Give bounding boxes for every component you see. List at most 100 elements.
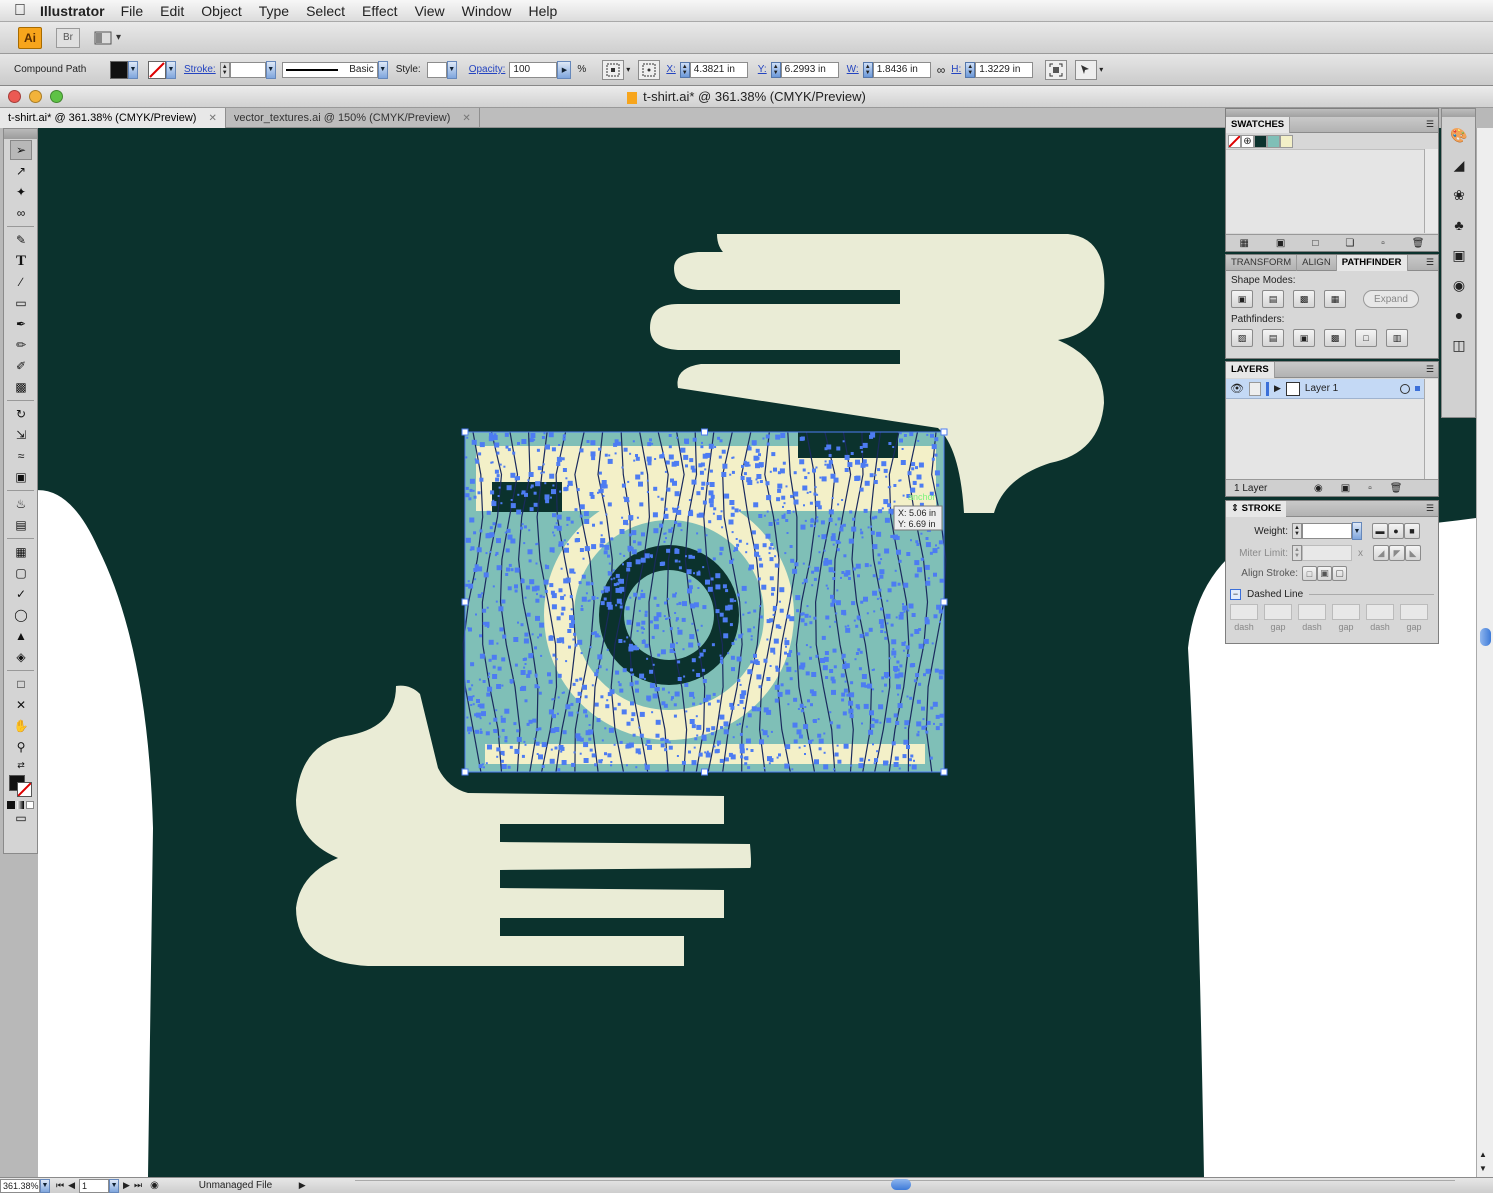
hand-tool-icon[interactable]: ✋ <box>10 716 32 736</box>
bounding-box-handle[interactable] <box>461 598 469 606</box>
tab-align[interactable]: ALIGN <box>1297 254 1337 271</box>
none-swatch[interactable] <box>1228 135 1241 148</box>
isolate-group-button[interactable] <box>1045 59 1068 80</box>
slice-tool-icon[interactable]: ✕ <box>10 695 32 715</box>
show-swatch-kinds-icon[interactable]: ▣ <box>1276 238 1285 249</box>
divide-button[interactable]: ▨ <box>1231 329 1253 347</box>
color-mode-icon[interactable] <box>7 801 15 809</box>
x-position-link[interactable]: X: <box>666 64 675 75</box>
vertical-scroll-thumb[interactable] <box>1480 628 1491 646</box>
fill-stroke-selector[interactable] <box>6 773 36 799</box>
crop-button[interactable]: ▩ <box>1324 329 1346 347</box>
rotate-tool-icon[interactable]: ↻ <box>10 404 32 424</box>
line-tool-icon[interactable]: ∕ <box>10 272 32 292</box>
bounding-box-handle[interactable] <box>940 428 948 436</box>
lasso-tool-icon[interactable]: ∞ <box>10 203 32 223</box>
opacity-field[interactable]: 100 <box>509 61 558 78</box>
symbols-icon[interactable]: ♣ <box>1446 213 1472 237</box>
exclude-button[interactable]: ▦ <box>1324 290 1346 308</box>
align-inside-button[interactable]: ▣ <box>1317 566 1332 581</box>
merge-button[interactable]: ▣ <box>1293 329 1315 347</box>
x-position-field[interactable]: 4.3821 in <box>689 61 748 78</box>
new-sublayer-icon[interactable]: ▣ <box>1341 483 1350 494</box>
chevron-down-icon[interactable]: ▾ <box>1099 65 1103 74</box>
butt-cap-button[interactable]: ▬ <box>1372 523 1388 539</box>
type-tool-icon[interactable]: T <box>10 251 32 271</box>
appearance-icon[interactable]: ◉ <box>1446 273 1472 297</box>
paintbrush-tool-icon[interactable]: ✒ <box>10 314 32 334</box>
minus-front-button[interactable]: ▤ <box>1262 290 1284 308</box>
layer-name[interactable]: Layer 1 <box>1305 383 1395 394</box>
swap-fill-stroke-icon[interactable]: ⇄ <box>10 758 32 772</box>
expand-button[interactable]: Expand <box>1363 290 1419 308</box>
close-tab-icon[interactable]: ✕ <box>208 113 216 124</box>
warp-tool-icon[interactable]: ≈ <box>10 446 32 466</box>
bounding-box-handle[interactable] <box>701 428 708 436</box>
expand-triangle-icon[interactable]: ▶ <box>1274 383 1281 394</box>
menu-window[interactable]: Window <box>462 3 512 19</box>
brush-definition-field[interactable]: Basic <box>281 61 378 78</box>
delete-swatch-icon[interactable]: 🗑 <box>1412 238 1425 249</box>
minus-back-button[interactable]: ▥ <box>1386 329 1408 347</box>
document-setup-button[interactable] <box>1075 59 1098 80</box>
align-outside-button[interactable]: ▢ <box>1332 566 1347 581</box>
outline-button[interactable]: □ <box>1355 329 1377 347</box>
apple-icon[interactable]:  <box>0 2 40 20</box>
rectangle-tool-icon[interactable]: ▭ <box>10 293 32 313</box>
new-layer-icon[interactable]: ▫ <box>1368 483 1372 494</box>
first-artboard-icon[interactable]: ⏮ <box>56 1180 64 1191</box>
lock-toggle[interactable] <box>1248 381 1261 396</box>
mesh-tool-icon[interactable]: ▦ <box>10 542 32 562</box>
delete-layer-icon[interactable]: 🗑 <box>1390 483 1403 494</box>
version-cue-icon[interactable]: ◉ <box>150 1180 159 1191</box>
graphic-style-dropdown[interactable]: ▼ <box>446 60 457 79</box>
live-paint-selection-tool-icon[interactable]: ◈ <box>10 647 32 667</box>
menu-effect[interactable]: Effect <box>362 3 398 19</box>
panel-menu-icon[interactable]: ☰ <box>1426 364 1434 375</box>
stroke-weight-stepper[interactable]: ▲ ▼ <box>219 61 230 78</box>
swatch-libraries-icon[interactable]: ▦ <box>1239 238 1248 249</box>
graphic-style-swatch[interactable] <box>426 61 447 78</box>
reference-point-button[interactable] <box>602 59 625 80</box>
blend-tool-icon[interactable]: ◯ <box>10 605 32 625</box>
screen-mode-icon[interactable]: ▭ <box>10 811 32 825</box>
swatch-dark-green[interactable] <box>1254 135 1267 148</box>
tab-swatches[interactable]: SWATCHES <box>1226 116 1291 133</box>
gradient-panel-icon[interactable]: ◢ <box>1446 153 1472 177</box>
horizontal-scroll-thumb[interactable] <box>891 1179 911 1190</box>
menu-file[interactable]: File <box>121 3 144 19</box>
tab-vector-textures[interactable]: vector_textures.ai @ 150% (CMYK/Preview)… <box>226 108 480 128</box>
selection-indicator[interactable] <box>1415 386 1420 391</box>
symbol-sprayer-tool-icon[interactable]: ♨ <box>10 494 32 514</box>
column-graph-tool-icon[interactable]: ▤ <box>10 515 32 535</box>
tab-stroke[interactable]: ⇕ STROKE <box>1226 500 1287 517</box>
transparency-icon[interactable]: ● <box>1446 303 1472 327</box>
panel-menu-icon[interactable]: ☰ <box>1426 119 1434 130</box>
tab-pathfinder[interactable]: PATHFINDER <box>1336 254 1408 271</box>
height-link[interactable]: H: <box>951 64 961 75</box>
direct-selection-tool-icon[interactable]: ↗ <box>10 161 32 181</box>
stroke-swatch[interactable] <box>17 782 32 797</box>
layer-row[interactable]: 👁 ▶ Layer 1 <box>1226 379 1424 399</box>
intersect-button[interactable]: ▩ <box>1293 290 1315 308</box>
scroll-down-arrow-icon[interactable]: ▼ <box>1479 1164 1487 1173</box>
bevel-join-button[interactable]: ◣ <box>1405 545 1421 561</box>
close-window-button[interactable] <box>8 90 21 103</box>
graphic-styles-icon[interactable]: ▣ <box>1446 243 1472 267</box>
registration-swatch[interactable]: ⊕ <box>1241 135 1254 148</box>
artboard-dropdown[interactable]: ▼ <box>109 1178 120 1193</box>
bounding-box-handle[interactable] <box>461 768 469 776</box>
stroke-weight-dropdown[interactable]: ▼ <box>265 60 276 79</box>
make-clipping-mask-icon[interactable]: ◉ <box>1314 483 1323 494</box>
transform-reference-button[interactable] <box>638 59 661 80</box>
stroke-weight-field[interactable] <box>229 61 266 78</box>
status-menu-arrow-icon[interactable]: ▶ <box>299 1180 306 1191</box>
brushes-icon[interactable]: ❀ <box>1446 183 1472 207</box>
panel-menu-icon[interactable]: ☰ <box>1426 503 1434 514</box>
next-artboard-icon[interactable]: ▶ <box>123 1180 130 1191</box>
scale-tool-icon[interactable]: ⇲ <box>10 425 32 445</box>
gap-field[interactable] <box>1332 604 1360 620</box>
dashed-line-toggle[interactable]: − <box>1230 589 1241 600</box>
live-paint-bucket-tool-icon[interactable]: ▲ <box>10 626 32 646</box>
menu-type[interactable]: Type <box>259 3 289 19</box>
